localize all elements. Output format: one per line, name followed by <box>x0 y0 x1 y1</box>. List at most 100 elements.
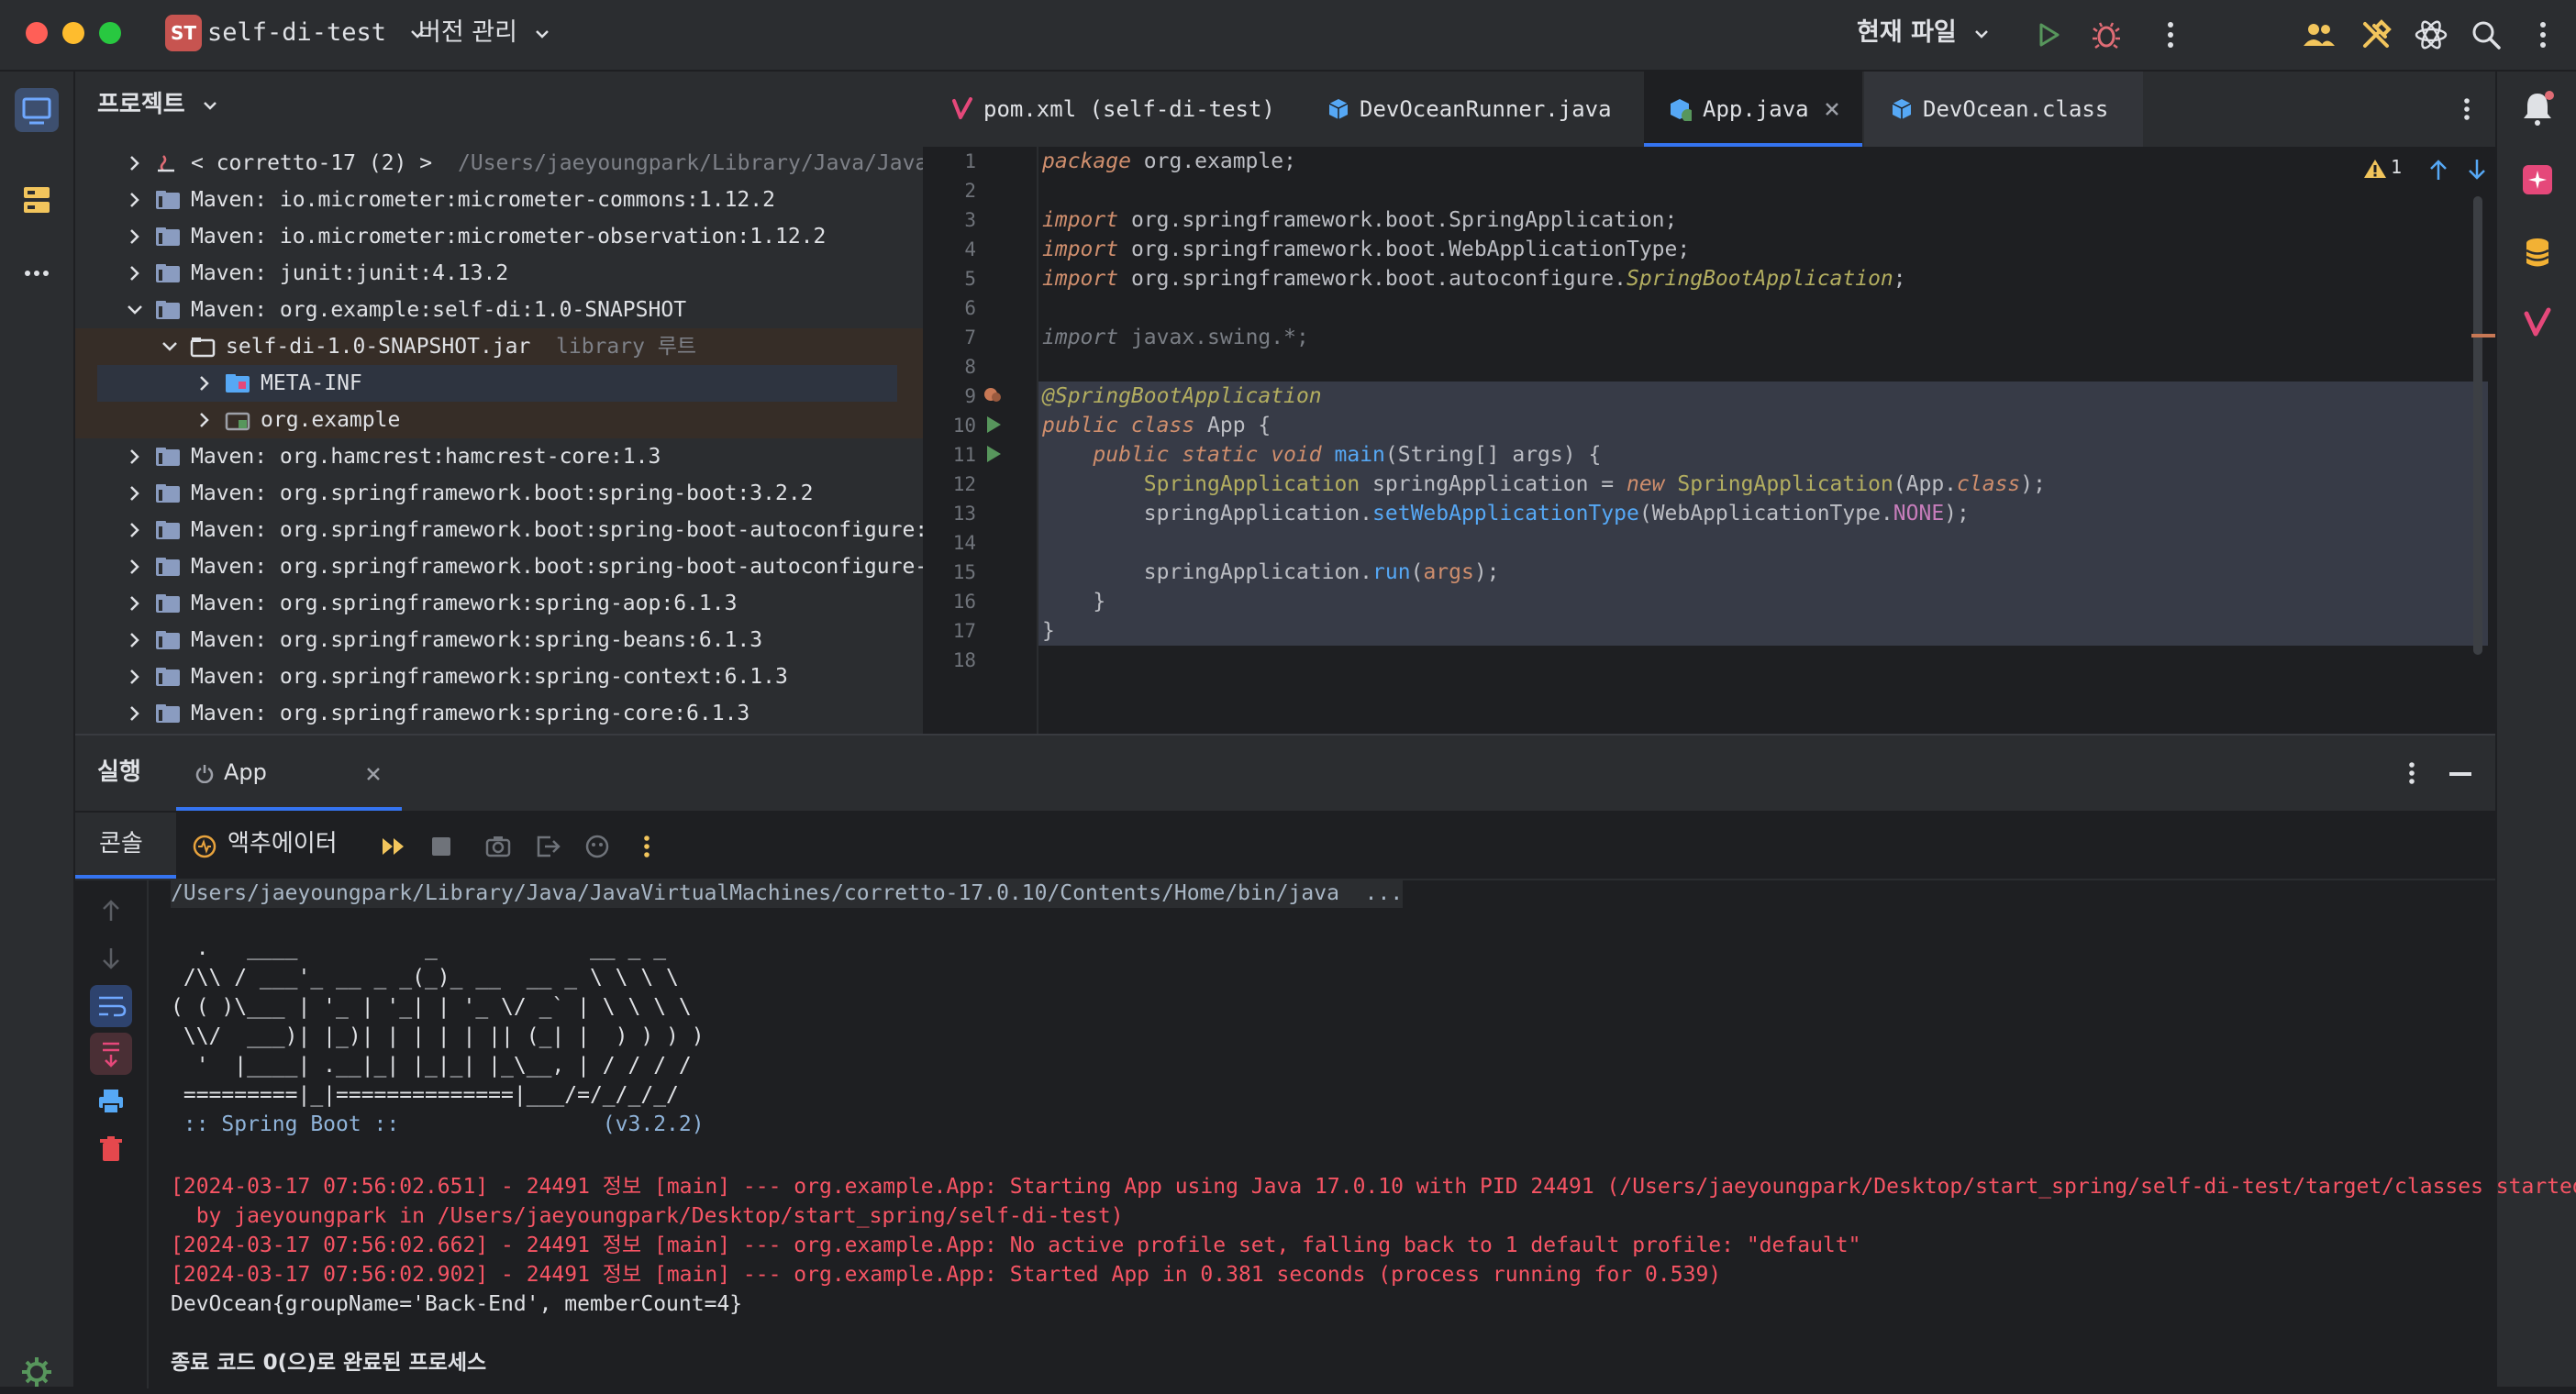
chevron-right-icon[interactable] <box>127 522 143 538</box>
run-gutter-icon[interactable] <box>983 444 1004 464</box>
chevron-right-icon[interactable] <box>196 375 213 392</box>
chevron-right-icon[interactable] <box>127 265 143 282</box>
project-panel-header[interactable]: 프로젝트 <box>97 86 217 123</box>
tree-row-label: Maven: org.springframework:spring-core:6… <box>191 702 750 725</box>
tree-row[interactable]: < corretto-17 (2) > /Users/jaeyoungpark/L… <box>75 145 923 182</box>
line-number: 1 <box>964 150 976 172</box>
chevron-down-icon[interactable] <box>161 338 178 355</box>
chevron-down-icon[interactable] <box>127 302 143 318</box>
zoom-window-button[interactable] <box>99 22 121 44</box>
chevron-right-icon[interactable] <box>127 485 143 502</box>
ai-assistant-icon[interactable] <box>2517 160 2558 200</box>
tree-row[interactable]: Maven: org.springframework:spring-aop:6.… <box>75 585 923 622</box>
bean-icon[interactable] <box>982 383 1004 407</box>
stop-icon[interactable] <box>429 835 453 858</box>
run-gutter-icon[interactable] <box>983 415 1004 435</box>
scroll-to-end-icon[interactable] <box>90 1033 132 1075</box>
more-tools-icon[interactable] <box>15 251 59 295</box>
tab-more-icon[interactable] <box>2451 94 2482 125</box>
chevron-right-icon[interactable] <box>127 559 143 575</box>
project-selector[interactable]: self-di-test <box>207 13 425 53</box>
ai-icon[interactable] <box>2413 17 2449 53</box>
tree-row[interactable]: META-INF <box>75 365 923 402</box>
tree-row[interactable]: Maven: org.springframework.boot:spring-b… <box>75 512 923 548</box>
close-window-button[interactable] <box>26 22 48 44</box>
run-icon[interactable] <box>2029 17 2066 53</box>
chevron-right-icon[interactable] <box>127 632 143 648</box>
chevron-right-icon[interactable] <box>127 192 143 208</box>
rerun-icon[interactable] <box>380 833 407 860</box>
arrow-up-icon[interactable] <box>97 897 125 924</box>
run-more-icon[interactable] <box>2396 758 2427 789</box>
close-icon[interactable] <box>1824 101 1840 117</box>
chevron-right-icon[interactable] <box>127 705 143 722</box>
library-icon <box>156 301 180 319</box>
console-command[interactable]: /Users/jaeyoungpark/Library/Java/JavaVir… <box>171 879 1404 908</box>
arrow-down-icon[interactable] <box>97 945 125 972</box>
chevron-right-icon[interactable] <box>127 669 143 685</box>
run-tab-app[interactable]: App <box>176 736 402 811</box>
tab-app-java[interactable]: App.java <box>1644 72 1862 147</box>
tab-devocean-class[interactable]: DevOcean.class <box>1864 72 2143 147</box>
tree-row[interactable]: Maven: org.springframework:spring-beans:… <box>75 622 923 658</box>
warning-icon[interactable] <box>2363 158 2387 180</box>
run-config-selector[interactable]: 현재 파일 <box>1857 13 1989 53</box>
console-tab[interactable]: 콘솔 <box>75 813 176 879</box>
tree-row[interactable]: Maven: org.springframework:spring-core:6… <box>75 695 923 732</box>
hide-panel-icon[interactable] <box>2448 761 2473 787</box>
tree-row[interactable]: Maven: org.hamcrest:hamcrest-core:1.3 <box>75 438 923 475</box>
tree-row[interactable]: Maven: org.springframework:spring-contex… <box>75 658 923 695</box>
toolbar-more-icon[interactable] <box>633 833 661 860</box>
tree-row[interactable]: Maven: org.example:self-di:1.0-SNAPSHOT <box>75 292 923 328</box>
chevron-right-icon[interactable] <box>127 448 143 465</box>
debug-icon[interactable] <box>2088 17 2125 53</box>
chevron-right-icon[interactable] <box>196 412 213 428</box>
search-icon[interactable] <box>2468 17 2504 53</box>
gear-icon[interactable] <box>15 1350 59 1394</box>
tree-row[interactable]: self-di-1.0-SNAPSHOT.jar library 루트 <box>75 328 923 365</box>
project-badge[interactable]: ST <box>165 15 202 51</box>
settings-icon[interactable] <box>2525 17 2561 53</box>
tree-row-label: Maven: org.example:self-di:1.0-SNAPSHOT <box>191 298 687 322</box>
code-line-17: } <box>1042 619 1055 643</box>
tree-row[interactable]: Maven: org.springframework.boot:spring-b… <box>75 475 923 512</box>
chevron-right-icon[interactable] <box>127 595 143 612</box>
exit-icon[interactable] <box>534 833 561 860</box>
tab-pom-xml[interactable]: pom.xml (self-di-test) <box>923 72 1290 147</box>
tab-devoceanrunner-java[interactable]: DevOceanRunner.java <box>1301 72 1649 147</box>
camera-icon[interactable] <box>484 833 512 860</box>
tree-row[interactable]: Maven: junit:junit:4.13.2 <box>75 255 923 292</box>
vcs-menu[interactable]: 버전 관리 <box>418 13 550 53</box>
chevron-right-icon[interactable] <box>127 228 143 245</box>
threads-icon[interactable] <box>583 833 611 860</box>
collab-icon[interactable] <box>2301 17 2337 53</box>
more-icon[interactable] <box>2152 17 2189 53</box>
project-tool-icon[interactable] <box>15 88 59 132</box>
tab-label: DevOcean.class <box>1923 96 2109 122</box>
maven-tool-icon[interactable] <box>2517 303 2558 343</box>
print-icon[interactable] <box>95 1086 127 1117</box>
next-highlight-icon[interactable] <box>2466 158 2488 182</box>
project-name: self-di-test <box>207 18 387 47</box>
line-number: 4 <box>964 238 976 260</box>
close-icon[interactable] <box>365 766 382 782</box>
minimize-window-button[interactable] <box>62 22 84 44</box>
structure-tool-icon[interactable] <box>15 178 59 222</box>
tree-row[interactable]: Maven: io.micrometer:micrometer-observat… <box>75 218 923 255</box>
tree-row[interactable]: org.example <box>75 402 923 438</box>
tree-row[interactable]: Maven: org.springframework.boot:spring-b… <box>75 548 923 585</box>
notifications-icon[interactable] <box>2517 88 2558 128</box>
soft-wrap-icon[interactable] <box>90 985 132 1027</box>
trash-icon[interactable] <box>95 1134 127 1165</box>
code-editor[interactable]: 1 2 3 4 5 6 7 8 9 10 11 12 13 14 15 16 17 18 package org.… <box>923 147 2495 734</box>
editor-scrollbar[interactable] <box>2473 196 2482 655</box>
build-icon[interactable] <box>2358 17 2394 53</box>
prev-highlight-icon[interactable] <box>2427 158 2449 182</box>
line-number: 8 <box>964 356 976 378</box>
warning-marker[interactable] <box>2471 334 2495 337</box>
database-icon[interactable] <box>2517 233 2558 273</box>
tree-row[interactable]: Maven: io.micrometer:micrometer-commons:… <box>75 182 923 218</box>
log-line: [2024-03-17 07:56:02.662] - 24491 정보 [ma… <box>171 1234 1861 1257</box>
chevron-right-icon[interactable] <box>127 155 143 171</box>
project-panel: 프로젝트 < corretto-17 (2) > /Users/jaeyoungp… <box>75 72 923 734</box>
